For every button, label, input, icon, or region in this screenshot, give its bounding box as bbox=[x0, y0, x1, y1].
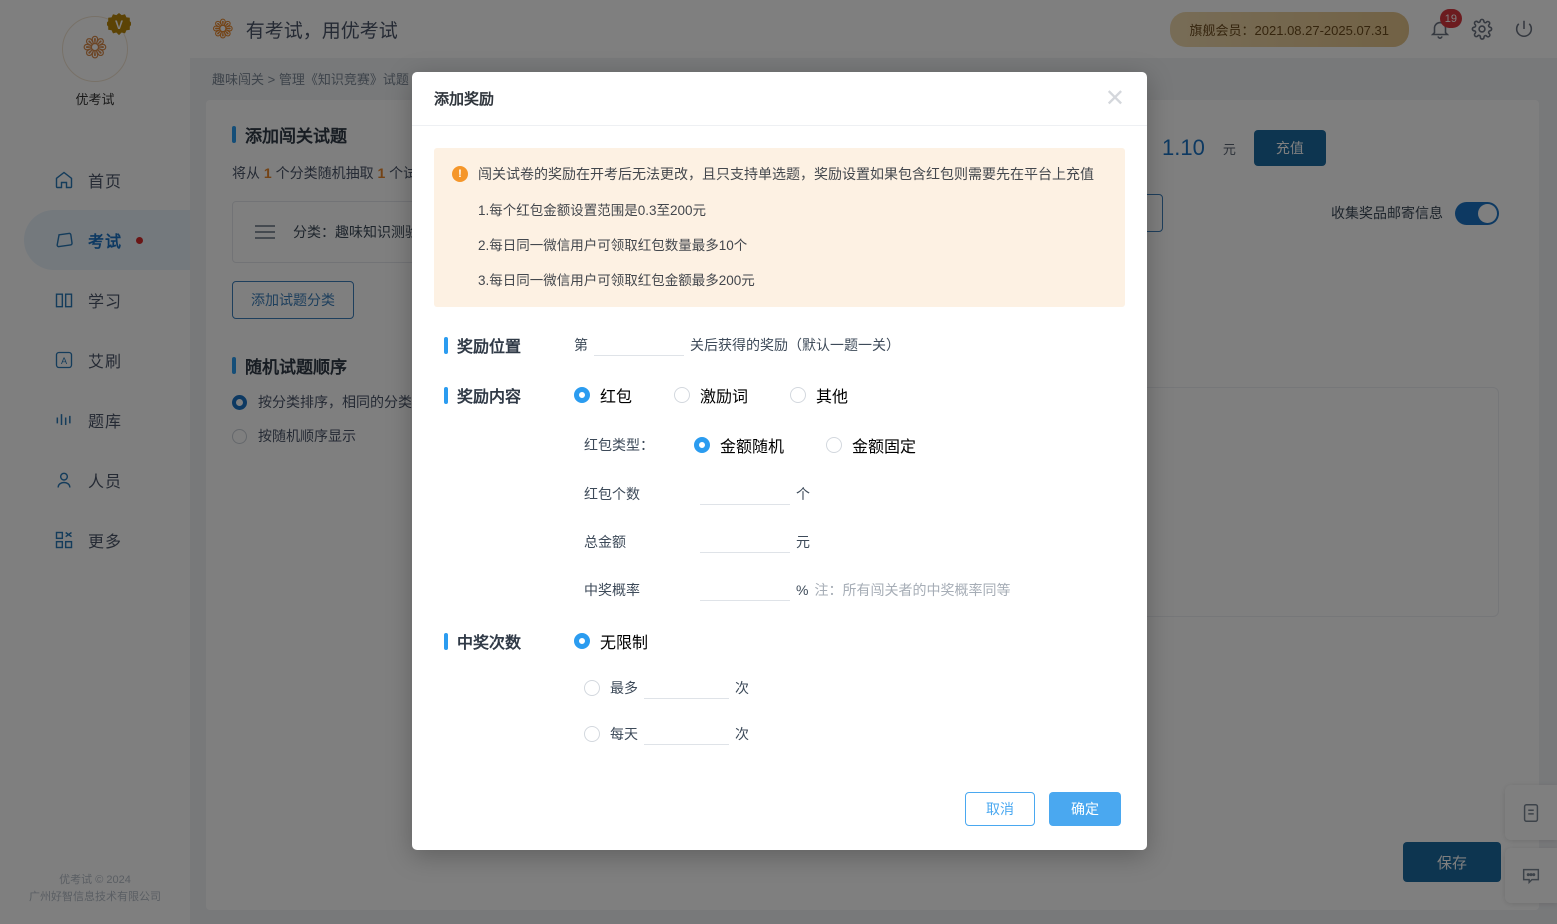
reward-content-row: 奖励内容 红包 激励词 其他 bbox=[434, 383, 1125, 407]
win-times-daily-input[interactable] bbox=[644, 723, 729, 745]
daily-prefix: 每天 bbox=[610, 726, 638, 742]
win-times-option-unlimited[interactable]: 无限制 bbox=[574, 629, 648, 653]
accent-bar-icon bbox=[444, 386, 448, 404]
reward-content-label: 奖励内容 bbox=[434, 383, 574, 407]
reward-content-option-other[interactable]: 其他 bbox=[790, 383, 848, 407]
radio-icon bbox=[826, 437, 843, 453]
radio-icon bbox=[584, 680, 600, 696]
dialog-title: 添加奖励 bbox=[434, 91, 495, 108]
radio-icon bbox=[674, 387, 691, 403]
notice-main-text: 闯关试卷的奖励在开考后无法更改，且只支持单选题，奖励设置如果包含红包则需要先在平… bbox=[478, 166, 1094, 182]
win-times-row: 中奖次数 无限制 bbox=[434, 629, 1125, 653]
packet-type-option-fixed[interactable]: 金额固定 bbox=[826, 433, 916, 457]
total-amount-row: 总金额 元 bbox=[434, 531, 1125, 553]
label-text: 中奖次数 bbox=[457, 635, 522, 652]
radio-icon bbox=[790, 387, 807, 403]
reward-position-row: 奖励位置 第 关后获得的奖励（默认一题一关） bbox=[434, 333, 1125, 357]
add-reward-dialog: 添加奖励 ✕ ! 闯关试卷的奖励在开考后无法更改，且只支持单选题，奖励设置如果包… bbox=[412, 72, 1147, 850]
notice-main-row: ! 闯关试卷的奖励在开考后无法更改，且只支持单选题，奖励设置如果包含红包则需要先… bbox=[452, 164, 1107, 184]
close-icon[interactable]: ✕ bbox=[1105, 86, 1125, 111]
packet-count-input[interactable] bbox=[700, 483, 790, 505]
reward-content-option-redpacket[interactable]: 红包 bbox=[574, 383, 632, 407]
position-suffix: 关后获得的奖励（默认一题一关） bbox=[690, 337, 900, 353]
max-prefix: 最多 bbox=[610, 680, 638, 696]
radio-icon bbox=[574, 387, 590, 403]
dialog-body: ! 闯关试卷的奖励在开考后无法更改，且只支持单选题，奖励设置如果包含红包则需要先… bbox=[412, 126, 1147, 768]
dialog-header: 添加奖励 ✕ bbox=[412, 72, 1147, 126]
option-label: 金额固定 bbox=[852, 439, 917, 456]
radio-icon bbox=[584, 726, 600, 742]
win-rate-row: 中奖概率 % 注：所有闯关者的中奖概率同等 bbox=[434, 579, 1125, 601]
option-label: 激励词 bbox=[700, 389, 749, 406]
position-prefix: 第 bbox=[574, 337, 588, 353]
total-amount-input[interactable] bbox=[700, 531, 790, 553]
total-amount-unit: 元 bbox=[796, 534, 810, 550]
packet-type-row: 红包类型： 金额随机 金额固定 bbox=[434, 433, 1125, 457]
win-times-label: 中奖次数 bbox=[434, 629, 574, 653]
max-suffix: 次 bbox=[735, 680, 749, 696]
reward-position-input[interactable] bbox=[594, 334, 684, 356]
packet-type-option-random[interactable]: 金额随机 bbox=[694, 433, 784, 457]
reward-content-option-encouragement[interactable]: 激励词 bbox=[674, 383, 748, 407]
notice-item: 3.每日同一微信用户可领取红包金额最多200元 bbox=[478, 273, 755, 288]
notice-box: ! 闯关试卷的奖励在开考后无法更改，且只支持单选题，奖励设置如果包含红包则需要先… bbox=[434, 148, 1125, 307]
option-label: 无限制 bbox=[600, 635, 649, 652]
label-text: 奖励内容 bbox=[457, 389, 522, 406]
option-label: 其他 bbox=[816, 389, 849, 406]
packet-count-unit: 个 bbox=[796, 486, 810, 502]
app-root: ❁ V 优考试 首页 考试 学习 bbox=[0, 0, 1557, 924]
packet-count-row: 红包个数 个 bbox=[434, 483, 1125, 505]
reward-position-label: 奖励位置 bbox=[434, 333, 574, 357]
win-times-option-daily[interactable]: 每天 次 bbox=[434, 723, 1125, 745]
dialog-footer: 取消 确定 bbox=[412, 768, 1147, 850]
option-label: 红包 bbox=[600, 389, 633, 406]
radio-icon bbox=[574, 633, 590, 649]
label-text: 奖励位置 bbox=[457, 339, 522, 356]
warning-icon: ! bbox=[452, 166, 468, 182]
accent-bar-icon bbox=[444, 336, 448, 354]
option-label: 金额随机 bbox=[720, 439, 785, 456]
notice-item: 1.每个红包金额设置范围是0.3至200元 bbox=[478, 203, 707, 218]
win-rate-note: 注：所有闯关者的中奖概率同等 bbox=[814, 582, 1011, 598]
confirm-button[interactable]: 确定 bbox=[1049, 792, 1121, 826]
win-times-max-input[interactable] bbox=[644, 677, 729, 699]
win-rate-input[interactable] bbox=[700, 579, 790, 601]
win-times-option-max[interactable]: 最多 次 bbox=[434, 677, 1125, 699]
cancel-button[interactable]: 取消 bbox=[965, 792, 1035, 826]
accent-bar-icon bbox=[444, 632, 448, 650]
win-rate-label: 中奖概率 bbox=[584, 582, 640, 598]
packet-count-label: 红包个数 bbox=[584, 486, 640, 502]
total-amount-label: 总金额 bbox=[584, 534, 626, 550]
win-rate-unit: % bbox=[796, 582, 809, 598]
packet-type-label: 红包类型： bbox=[584, 437, 654, 453]
radio-icon bbox=[694, 437, 710, 453]
notice-item: 2.每日同一微信用户可领取红包数量最多10个 bbox=[478, 238, 748, 253]
daily-suffix: 次 bbox=[735, 726, 749, 742]
